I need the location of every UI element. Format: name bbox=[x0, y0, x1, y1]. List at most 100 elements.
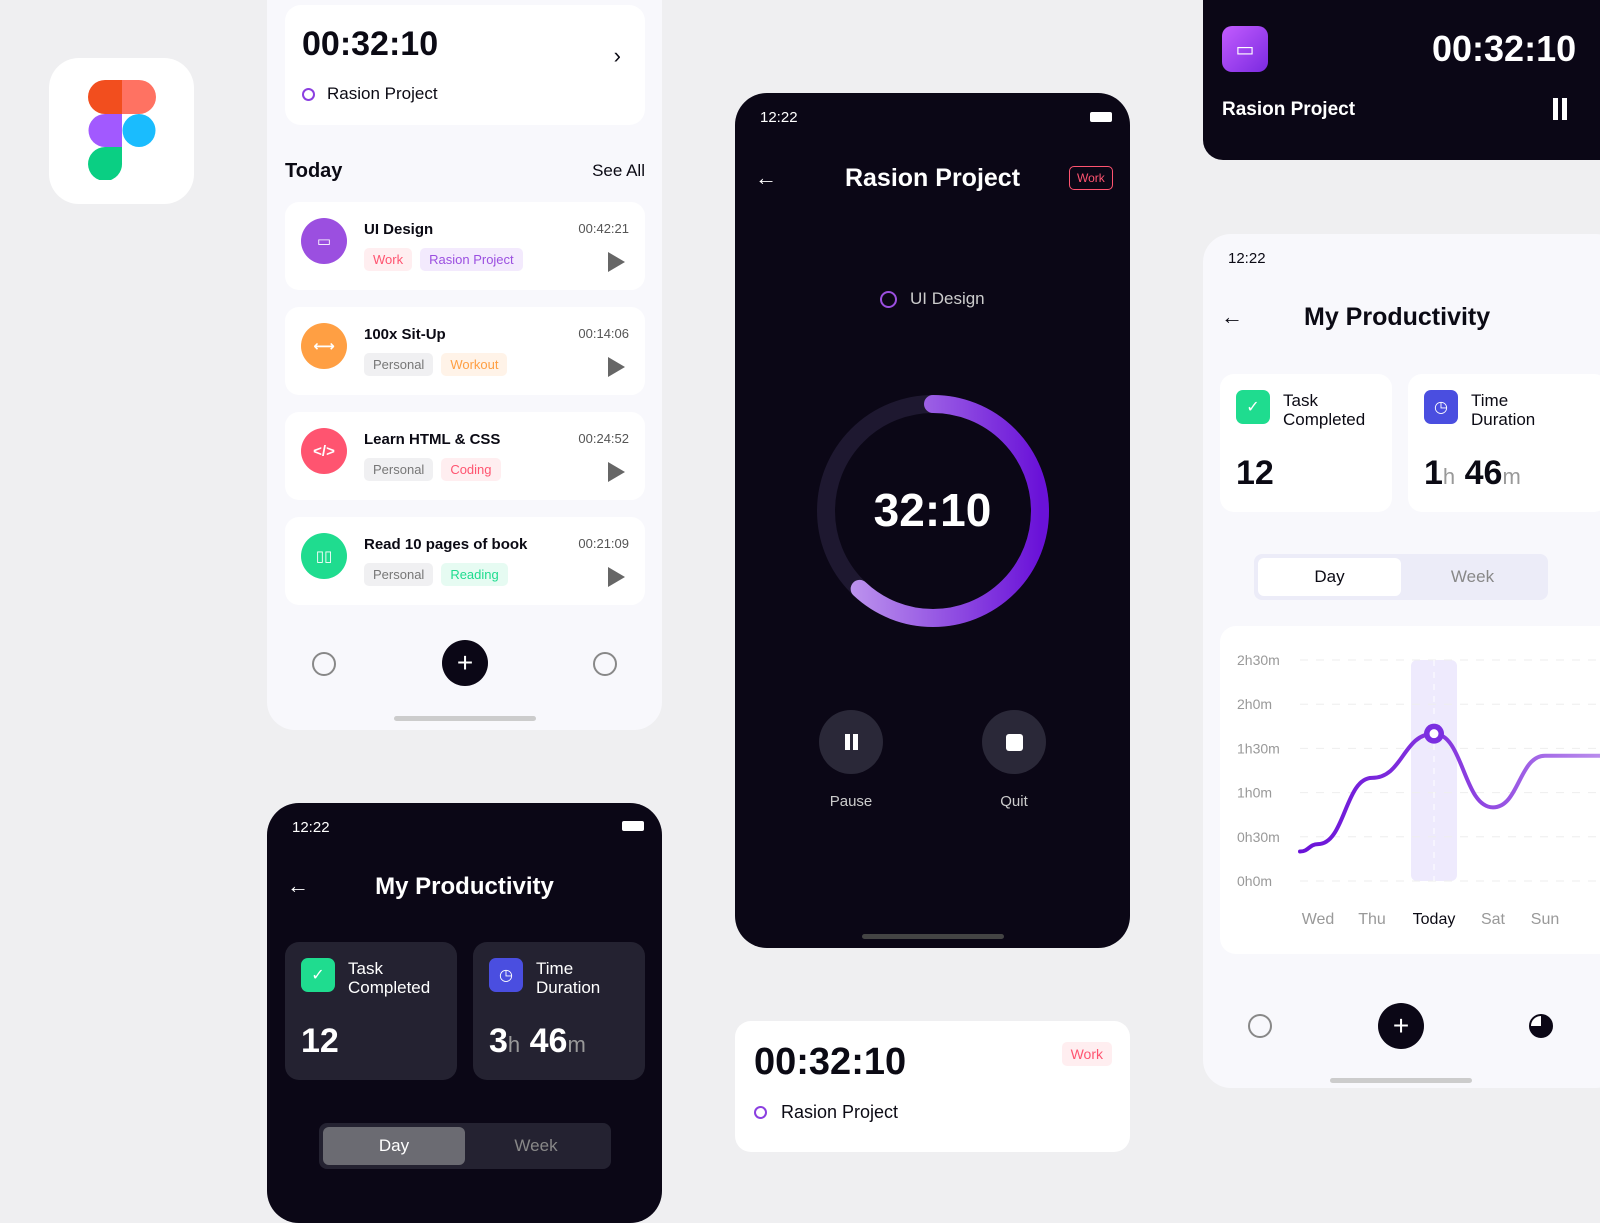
circle-icon bbox=[880, 291, 897, 308]
back-arrow-icon[interactable]: ← bbox=[1221, 304, 1243, 330]
play-icon[interactable] bbox=[608, 462, 625, 482]
page-title: My Productivity bbox=[1304, 303, 1491, 331]
x-tick-label: Thu bbox=[1358, 911, 1386, 928]
task-time: 00:24:52 bbox=[578, 431, 629, 446]
status-time: 12:22 bbox=[292, 819, 330, 836]
task-completed-value: 12 bbox=[1236, 454, 1274, 492]
productivity-phone-dark: 12:22 ← My Productivity ✓ Task Completed… bbox=[267, 803, 662, 1223]
y-tick-label: 2h30m bbox=[1237, 652, 1280, 668]
task-tag: Coding bbox=[441, 458, 501, 481]
day-tab[interactable]: Day bbox=[1258, 558, 1401, 596]
status-time: 12:22 bbox=[760, 109, 798, 126]
pause-icon[interactable] bbox=[1553, 98, 1558, 120]
add-button[interactable]: + bbox=[1378, 1003, 1424, 1049]
book-icon: ▯▯ bbox=[301, 533, 347, 579]
period-toggle: Day Week bbox=[319, 1123, 611, 1169]
stopwatch-icon: ◷ bbox=[489, 958, 523, 992]
see-all-link[interactable]: See All bbox=[592, 161, 645, 181]
task-title: 100x Sit-Up bbox=[364, 326, 446, 343]
code-icon: </> bbox=[301, 428, 347, 474]
week-tab[interactable]: Week bbox=[1401, 558, 1544, 596]
status-time: 12:22 bbox=[1228, 250, 1266, 267]
task-completed-card: ✓ Task Completed 12 bbox=[285, 942, 457, 1080]
timer-summary-card[interactable]: 00:32:10 Work Rasion Project bbox=[735, 1021, 1130, 1152]
time-duration-label: Time Duration bbox=[536, 959, 601, 997]
period-toggle: Day Week bbox=[1254, 554, 1548, 600]
x-tick-label: Sun bbox=[1531, 911, 1559, 928]
task-completed-card: ✓ Task Completed 12 bbox=[1220, 374, 1392, 512]
y-tick-label: 0h0m bbox=[1237, 873, 1272, 889]
task-card[interactable]: ▭ UI Design 00:42:21 Work Rasion Project bbox=[285, 202, 645, 290]
task-tag: Personal bbox=[364, 563, 434, 586]
task-card[interactable]: </> Learn HTML & CSS 00:24:52 Personal Co… bbox=[285, 412, 645, 500]
history-nav-icon[interactable] bbox=[1248, 1014, 1272, 1038]
home-indicator bbox=[394, 716, 536, 721]
chart-card: 0h0m 0h30m 1h0m 1h30m 2h0m 2h30m Wed Thu Today Sa… bbox=[1220, 626, 1600, 954]
chevron-right-icon[interactable]: › bbox=[614, 43, 621, 69]
play-icon[interactable] bbox=[608, 252, 625, 272]
timer-phone: 12:22 ← Rasion Project Work UI Design 32… bbox=[735, 93, 1130, 948]
day-tab[interactable]: Day bbox=[323, 1127, 465, 1165]
y-tick-label: 1h0m bbox=[1237, 785, 1272, 801]
running-timer-card[interactable]: 00:32:10 › Rasion Project bbox=[285, 5, 645, 125]
home-indicator bbox=[862, 934, 1004, 939]
productivity-chart: 0h0m 0h30m 1h0m 1h30m 2h0m 2h30m Wed Thu Today Sa… bbox=[1237, 652, 1600, 928]
check-icon: ✓ bbox=[1236, 390, 1270, 424]
monitor-icon: ▭ bbox=[301, 218, 347, 264]
data-point-center bbox=[1429, 729, 1439, 739]
timer-value: 00:32:10 bbox=[1432, 28, 1577, 69]
play-icon[interactable] bbox=[608, 567, 625, 587]
add-button[interactable]: + bbox=[442, 640, 488, 686]
work-badge: Work bbox=[1061, 1042, 1112, 1066]
task-completed-label: Task Completed bbox=[1283, 391, 1366, 429]
dumbbell-icon: ⟷ bbox=[301, 323, 347, 369]
history-nav-icon[interactable] bbox=[312, 652, 336, 676]
time-duration-card: ◷ Time Duration 3h 46m bbox=[473, 942, 645, 1080]
battery-icon bbox=[1090, 112, 1112, 122]
task-card[interactable]: ▯▯ Read 10 pages of book 00:21:09 Person… bbox=[285, 517, 645, 605]
project-name: Rasion Project bbox=[1222, 99, 1356, 120]
y-tick-label: 1h30m bbox=[1237, 740, 1280, 756]
status-icons bbox=[622, 821, 644, 831]
productivity-phone-light: 12:22 ← My Productivity ✓ Task Completed… bbox=[1203, 234, 1600, 1088]
stopwatch-icon: ◷ bbox=[1424, 390, 1458, 424]
task-card[interactable]: ⟷ 100x Sit-Up 00:14:06 Personal Workout bbox=[285, 307, 645, 395]
task-tag: Reading bbox=[441, 563, 508, 586]
task-tag: Workout bbox=[441, 353, 508, 376]
week-tab[interactable]: Week bbox=[465, 1127, 607, 1165]
stats-nav-icon[interactable] bbox=[593, 652, 617, 676]
task-completed-value: 12 bbox=[301, 1022, 339, 1060]
timer-value: 00:32:10 bbox=[302, 25, 439, 63]
quit-label: Quit bbox=[1000, 793, 1028, 810]
timer-value: 32:10 bbox=[873, 484, 992, 536]
y-tick-label: 0h30m bbox=[1237, 829, 1280, 845]
project-name: Rasion Project bbox=[781, 1102, 899, 1122]
circle-icon bbox=[754, 1106, 767, 1119]
stop-icon bbox=[1005, 733, 1023, 751]
stats-nav-icon[interactable] bbox=[1529, 1014, 1553, 1038]
section-title: Today bbox=[285, 160, 343, 182]
figma-logo-icon bbox=[88, 80, 156, 180]
task-time: 00:14:06 bbox=[578, 326, 629, 341]
task-tag: Work bbox=[364, 248, 413, 271]
time-duration-card: ◷ Time Duration 1h 46m bbox=[1408, 374, 1600, 512]
monitor-icon: ▭ bbox=[1222, 26, 1268, 72]
task-tag: Personal bbox=[364, 353, 434, 376]
time-duration-value: 1h 46m bbox=[1424, 454, 1521, 492]
task-title: Learn HTML & CSS bbox=[364, 431, 501, 448]
task-title: Read 10 pages of book bbox=[364, 536, 528, 553]
timer-widget[interactable]: ▭ 00:32:10 Rasion Project bbox=[1203, 0, 1600, 160]
x-tick-label: Wed bbox=[1302, 911, 1335, 928]
pause-button[interactable] bbox=[819, 710, 883, 774]
task-title: UI Design bbox=[364, 221, 434, 238]
play-icon[interactable] bbox=[608, 357, 625, 377]
home-indicator bbox=[1330, 1078, 1472, 1083]
task-name: UI Design bbox=[910, 289, 985, 308]
task-time: 00:21:09 bbox=[578, 536, 629, 551]
x-tick-label: Today bbox=[1413, 911, 1456, 928]
time-duration-label: Time Duration bbox=[1471, 391, 1536, 429]
task-completed-label: Task Completed bbox=[348, 959, 431, 997]
check-icon: ✓ bbox=[301, 958, 335, 992]
quit-button[interactable] bbox=[982, 710, 1046, 774]
task-tag: Rasion Project bbox=[420, 248, 523, 271]
